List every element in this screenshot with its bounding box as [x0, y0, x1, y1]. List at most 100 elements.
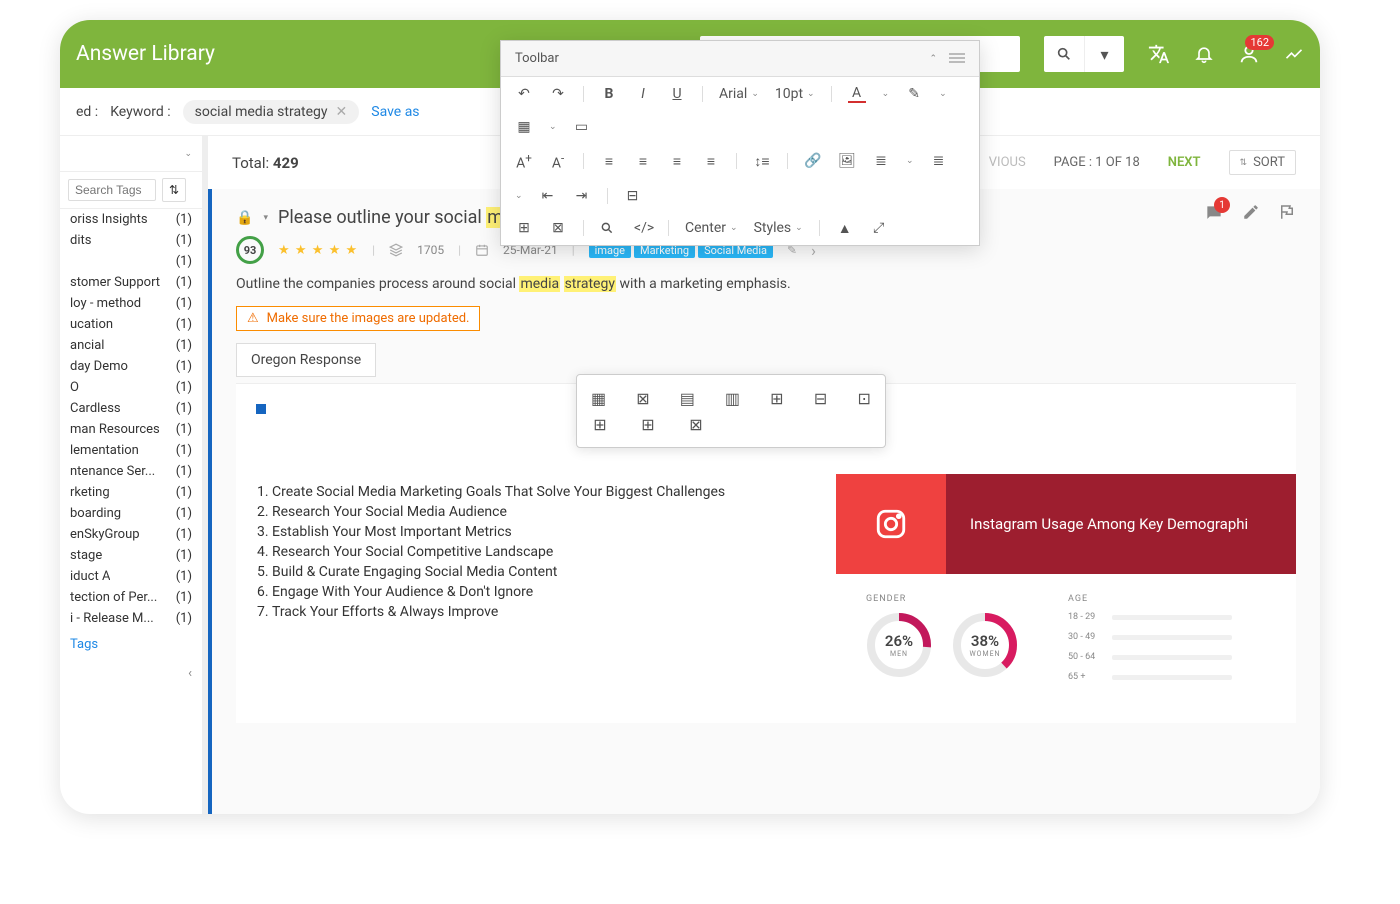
sidebar-tag-row[interactable]: ntenance Ser...(1): [60, 461, 202, 482]
tag-count: (1): [176, 254, 192, 269]
bullet-chevron[interactable]: ⌄: [906, 156, 914, 166]
table-row-below-icon[interactable]: ⊡: [857, 389, 871, 407]
bell-icon[interactable]: [1194, 44, 1214, 64]
flag-icon[interactable]: [1278, 203, 1296, 223]
sidebar-tag-row[interactable]: Cardless(1): [60, 398, 202, 419]
toolbar-collapse-icon[interactable]: ⌃: [929, 54, 937, 64]
sidebar-tag-row[interactable]: (1): [60, 251, 202, 272]
code-icon[interactable]: </>: [634, 220, 652, 236]
comment-icon[interactable]: 1: [1204, 203, 1224, 223]
search-icon[interactable]: [1044, 36, 1084, 72]
number-list-icon[interactable]: ≣: [930, 153, 948, 169]
table-merge-icon[interactable]: ⊞: [770, 389, 784, 407]
floating-toolbar[interactable]: Toolbar ⌃ ↶ ↷ B I U Arial⌄ 10pt⌄ A ⌄ ✎: [500, 40, 980, 246]
response-area[interactable]: ▦ ⊠ ▤ ▥ ⊞ ⊟ ⊡ ⊞ ⊞ ⊠: [236, 383, 1296, 723]
table-icon[interactable]: ▦: [515, 119, 533, 135]
outdent-icon[interactable]: ⇤: [539, 188, 557, 204]
sidebar-tag-row[interactable]: stomer Support(1): [60, 272, 202, 293]
table-cell-delete-icon[interactable]: ⊠: [687, 415, 705, 433]
sidebar-tag-row[interactable]: loy - method(1): [60, 293, 202, 314]
alignment-dropdown[interactable]: Center⌄: [685, 220, 738, 236]
align-left-icon[interactable]: ≡: [600, 153, 618, 170]
number-chevron[interactable]: ⌄: [515, 191, 523, 201]
user-icon[interactable]: 162: [1238, 43, 1260, 65]
table-row-above-icon[interactable]: ⊟: [814, 389, 828, 407]
sidebar-tag-row[interactable]: tection of Per...(1): [60, 587, 202, 608]
next-button[interactable]: NEXT: [1168, 155, 1201, 170]
fullscreen-icon[interactable]: ⤢: [870, 220, 888, 236]
sidebar-tag-row[interactable]: man Resources(1): [60, 419, 202, 440]
toolbar-titlebar[interactable]: Toolbar ⌃: [501, 41, 979, 77]
insert-block-icon[interactable]: ⊞: [515, 220, 533, 236]
sidebar-tag-row[interactable]: boarding(1): [60, 503, 202, 524]
find-icon[interactable]: [600, 221, 618, 235]
align-justify-icon[interactable]: ≡: [702, 153, 720, 170]
question-menu-icon[interactable]: ▾: [263, 213, 268, 223]
sidebar-tag-row[interactable]: enSkyGroup(1): [60, 524, 202, 545]
sort-button[interactable]: ⇅ SORT: [1229, 150, 1296, 175]
image-icon[interactable]: 🖼: [838, 153, 856, 169]
sidebar-tag-row[interactable]: lementation(1): [60, 440, 202, 461]
stack-count: 1705: [417, 243, 444, 257]
font-dropdown[interactable]: Arial⌄: [719, 86, 759, 102]
tag-count: (1): [176, 548, 192, 563]
font-decrease-icon[interactable]: A-: [549, 151, 567, 172]
align-right-icon[interactable]: ≡: [668, 153, 686, 170]
table-split-icon[interactable]: ▥: [725, 389, 740, 407]
sidebar-tag-row[interactable]: O(1): [60, 377, 202, 398]
line-spacing-icon[interactable]: ↕≡: [753, 153, 771, 170]
search-dropdown[interactable]: ▾: [1084, 36, 1124, 72]
sidebar-tag-row[interactable]: rketing(1): [60, 482, 202, 503]
sidebar-tag-row[interactable]: oriss Insights(1): [60, 209, 202, 230]
redo-icon[interactable]: ↷: [549, 86, 567, 102]
keyword-chip[interactable]: social media strategy ✕: [183, 100, 360, 124]
tag-sort-button[interactable]: ⇅: [162, 178, 186, 202]
edit-icon[interactable]: [1242, 203, 1260, 223]
link-icon[interactable]: 🔗: [804, 153, 822, 169]
font-increase-icon[interactable]: A+: [515, 151, 533, 172]
sidebar-collapse-top[interactable]: ⌄: [60, 136, 202, 172]
sidebar-tag-row[interactable]: dits(1): [60, 230, 202, 251]
text-color-icon[interactable]: A: [848, 85, 866, 103]
remove-block-icon[interactable]: ⊠: [549, 220, 567, 236]
sidebar-collapse-bottom[interactable]: ‹: [60, 660, 202, 687]
lock-icon: 🔒: [236, 210, 253, 226]
unknown-icon-1[interactable]: ▭: [573, 119, 591, 135]
highlight-chevron[interactable]: ⌄: [939, 89, 947, 99]
sidebar-tag-row[interactable]: ucation(1): [60, 314, 202, 335]
table-insert-icon[interactable]: ▦: [591, 389, 606, 407]
sidebar-tag-row[interactable]: i - Release M...(1): [60, 608, 202, 629]
sidebar-tag-row[interactable]: stage(1): [60, 545, 202, 566]
indent-icon[interactable]: ⇥: [573, 188, 591, 204]
table-col-right-icon[interactable]: ⊞: [639, 415, 657, 433]
bullet-list-icon[interactable]: ≣: [872, 153, 890, 169]
clear-format-icon[interactable]: ▲: [836, 220, 854, 237]
tags-link[interactable]: Tags: [60, 629, 202, 660]
response-tab[interactable]: Oregon Response: [236, 343, 376, 377]
styles-dropdown[interactable]: Styles⌄: [754, 220, 803, 236]
table-col-left-icon[interactable]: ⊞: [591, 415, 609, 433]
toolbar-drag-icon[interactable]: [949, 53, 965, 65]
search-tags-input[interactable]: [68, 179, 156, 201]
highlight-icon[interactable]: ✎: [905, 86, 923, 102]
previous-button[interactable]: VIOUS: [989, 155, 1026, 170]
sidebar-tag-row[interactable]: day Demo(1): [60, 356, 202, 377]
page-break-icon[interactable]: ⊟: [624, 188, 642, 204]
sidebar-tag-row[interactable]: ancial(1): [60, 335, 202, 356]
align-center-icon[interactable]: ≡: [634, 153, 652, 170]
translate-icon[interactable]: [1148, 43, 1170, 65]
underline-icon[interactable]: U: [668, 86, 686, 102]
bold-icon[interactable]: B: [600, 86, 618, 102]
table-chevron[interactable]: ⌄: [549, 122, 557, 132]
chart-icon[interactable]: [1284, 44, 1304, 64]
text-color-chevron[interactable]: ⌄: [882, 89, 890, 99]
table-header-icon[interactable]: ▤: [680, 389, 695, 407]
sidebar-tag-row[interactable]: iduct A(1): [60, 566, 202, 587]
chip-remove-icon[interactable]: ✕: [336, 104, 348, 120]
age-label: 50 - 64: [1068, 652, 1102, 662]
undo-icon[interactable]: ↶: [515, 86, 533, 102]
table-delete-icon[interactable]: ⊠: [636, 389, 650, 407]
italic-icon[interactable]: I: [634, 86, 652, 102]
save-as-link[interactable]: Save as: [371, 104, 419, 120]
size-dropdown[interactable]: 10pt⌄: [775, 86, 815, 102]
